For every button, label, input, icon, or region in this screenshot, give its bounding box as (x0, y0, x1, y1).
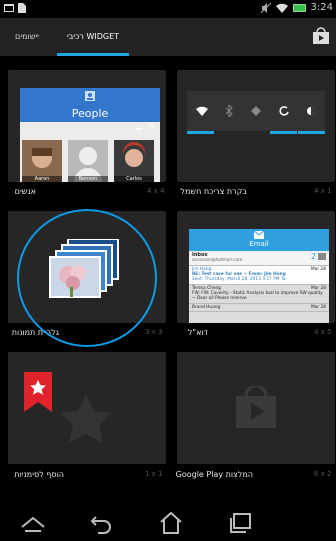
email-icon (254, 231, 264, 239)
file-icon (18, 3, 26, 13)
recents-up-icon[interactable] (20, 511, 46, 535)
widget-name: בקרת צריכת חשמל (180, 187, 247, 196)
contact-tile: Aaron (22, 140, 62, 182)
store-icon[interactable] (312, 27, 330, 45)
wifi-icon (275, 3, 288, 13)
contact-tile: Benson (68, 140, 108, 182)
email-message: Brand Huang Mar 28 (189, 304, 329, 313)
home-icon[interactable] (158, 511, 184, 535)
tab-apps[interactable]: יישומים (4, 18, 50, 56)
widget-size: 3 x 3 (145, 328, 163, 336)
power-status-indicator (270, 131, 297, 134)
location-icon (250, 106, 261, 116)
recent-apps-icon[interactable] (228, 511, 254, 535)
email-widget-header: Email (189, 229, 329, 251)
widget-card-people[interactable]: People + ✎ Aaron Benson Carlos (8, 70, 166, 182)
photo-stack-icon (49, 239, 119, 298)
widget-name: גלריית תמונות (11, 328, 59, 337)
contact-name: Carlos (114, 176, 154, 182)
email-sender: Brand Huang (192, 304, 221, 310)
contact-name: Benson (68, 176, 108, 182)
status-bar: 3:24 (0, 0, 336, 18)
people-widget-title: People (71, 107, 109, 120)
widget-card-bookmark[interactable] (8, 352, 166, 464)
mute-icon (260, 2, 271, 13)
email-message: Teresa Cheng FW: FW: Coverity - Static A… (189, 285, 329, 304)
account-address: asususer@hotmail.com (192, 258, 243, 264)
email-date: Mar 28 (311, 266, 326, 272)
people-widget-header: People (20, 88, 160, 122)
wifi-icon (195, 106, 208, 116)
email-widget-title: Email (249, 240, 269, 248)
sync-icon (279, 106, 289, 116)
unread-count: 2 (310, 252, 316, 261)
edit-icon: ✎ (147, 122, 156, 133)
inbox-header: Inbox asususer@hotmail.com 2 (189, 251, 329, 266)
add-icon: + (133, 122, 143, 135)
contact-tile: Carlos (114, 140, 154, 182)
clock: 3:24 (310, 2, 333, 13)
email-subject: FW: FW: Coverity - Static Analysis tool … (192, 291, 323, 302)
battery-icon (292, 3, 306, 12)
widget-name: הוסף לסימניות (14, 470, 64, 479)
widget-card-power-control[interactable] (177, 70, 335, 182)
widget-card-google-play[interactable] (177, 352, 335, 464)
email-sent: Sent: Thursday, March 28, 2013 3:17 PM T… (192, 277, 287, 283)
bookmark-icon (24, 372, 52, 412)
widget-size: 4 x 1 (314, 187, 332, 195)
power-status-indicator (187, 131, 214, 134)
widget-size: 1 x 1 (145, 470, 163, 478)
star-icon (60, 394, 112, 443)
widget-size: 4 x 4 (147, 187, 165, 195)
tab-widgets[interactable]: רכיבי WIDGET (53, 18, 133, 56)
play-store-icon (236, 386, 276, 428)
widget-size: 4 x 5 (314, 328, 332, 336)
widget-name: אנשים (14, 187, 36, 196)
widget-name: המלצות Google Play (175, 470, 253, 479)
email-message: Jim Hong RE: Test case for eas ~ From: J… (189, 265, 329, 285)
power-widget-preview (187, 91, 325, 131)
bluetooth-icon (226, 105, 234, 117)
contacts-icon (85, 91, 95, 101)
notification-icon (4, 4, 14, 12)
widget-card-email[interactable]: Email Inbox asususer@hotmail.com 2 Jim H… (177, 211, 335, 323)
widget-name: דוא"ל (187, 328, 208, 337)
back-icon[interactable] (88, 511, 114, 535)
email-date: Mar 28 (311, 285, 326, 291)
contact-name: Aaron (22, 176, 62, 182)
email-date: Mar 28 (311, 304, 326, 310)
navigation-bar (0, 505, 336, 541)
widget-card-gallery[interactable] (8, 211, 166, 323)
compose-icon (318, 253, 326, 260)
widget-size: 6 x 2 (314, 470, 332, 478)
email-widget-body: Inbox asususer@hotmail.com 2 Jim Hong RE… (189, 251, 329, 323)
widget-picker-header: יישומים רכיבי WIDGET (0, 18, 336, 56)
power-status-indicator (298, 131, 325, 134)
brightness-icon (307, 107, 316, 115)
